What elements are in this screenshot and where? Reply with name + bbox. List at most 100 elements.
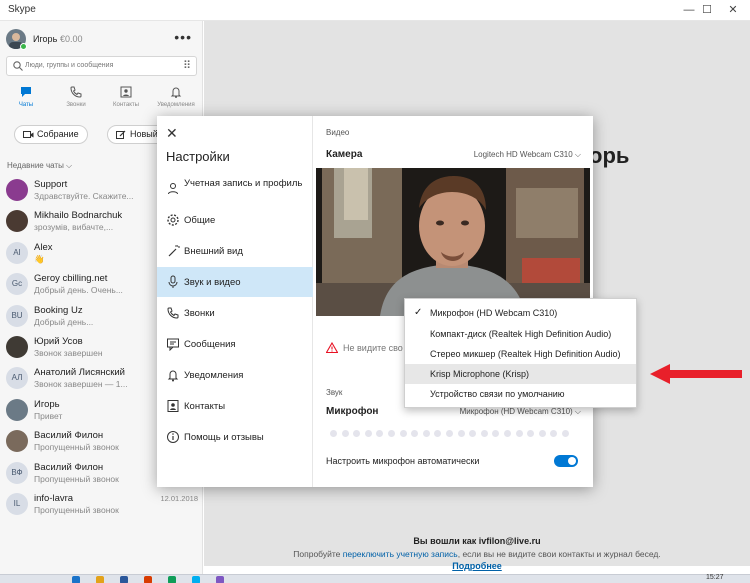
switch-account-link[interactable]: переключить учетную запись — [343, 549, 458, 559]
more-info-link[interactable]: Подробнее — [204, 561, 750, 571]
chat-name: Booking Uz — [34, 304, 83, 316]
chat-name: Василий Филон — [34, 430, 104, 442]
avatar[interactable]: AI — [6, 241, 28, 264]
user-icon — [168, 183, 178, 195]
taskbar-app-icon[interactable] — [216, 576, 224, 583]
nav-tabs: Чаты Звонки Контакты Уведомления — [0, 81, 202, 117]
camera-preview — [316, 168, 590, 316]
check-icon: ✓ — [414, 307, 423, 318]
chat-preview: Добрый день. Очень... — [34, 285, 123, 296]
chat-name: Mikhailo Bodnarchuk — [34, 210, 123, 222]
mic-option-default[interactable]: Устройство связи по умолчанию — [405, 384, 636, 404]
tab-contacts[interactable]: Контакты — [101, 85, 151, 115]
avatar[interactable]: АЛ — [6, 367, 28, 390]
avatar[interactable] — [6, 179, 28, 201]
taskbar-app-icon[interactable] — [168, 576, 176, 583]
close-settings-button[interactable]: ✕ — [166, 125, 178, 142]
bell-icon — [167, 370, 179, 382]
more-options-icon[interactable]: ••• — [174, 29, 192, 45]
camera-select[interactable]: Logitech HD Webcam C310 ⌵ — [474, 150, 581, 160]
mic-option-stereo-mix[interactable]: Стерео микшер (Realtek High Definition A… — [405, 344, 636, 364]
settings-item-contacts[interactable]: Контакты — [157, 391, 313, 421]
info-icon — [167, 431, 179, 443]
video-camera-icon — [23, 131, 34, 138]
settings-item-calls[interactable]: Звонки — [157, 298, 313, 328]
taskbar-app-icon[interactable] — [96, 576, 104, 583]
chat-name: Василий Филон — [34, 461, 104, 473]
settings-item-audio-video[interactable]: Звук и видео — [157, 267, 313, 297]
settings-menu: ✕ Настройки Учетная запись и профиль Общ… — [157, 116, 313, 487]
phone-icon — [70, 86, 82, 98]
settings-item-appearance[interactable]: Внешний вид — [157, 236, 313, 266]
taskbar-clock[interactable]: 15:27 — [706, 574, 724, 581]
chat-name: info-lavra — [34, 493, 74, 504]
taskbar: 15:27 — [0, 574, 750, 583]
avatar[interactable] — [6, 336, 28, 358]
mic-option-krisp[interactable]: Krisp Microphone (Krisp) — [405, 364, 636, 384]
chat-name: Юрий Усов — [34, 336, 83, 347]
settings-item-account[interactable]: Учетная запись и профиль — [157, 174, 313, 208]
avatar[interactable]: ВФ — [6, 461, 28, 484]
taskbar-app-icon[interactable] — [72, 576, 80, 583]
red-arrow-annotation — [650, 364, 742, 384]
contacts-icon — [167, 400, 179, 412]
chat-preview: Здравствуйте. Скажите... — [34, 191, 134, 201]
chat-icon — [21, 87, 31, 97]
microphone-select[interactable]: Микрофон (HD Webcam C310) ⌵ — [460, 407, 581, 417]
settings-item-notifications[interactable]: Уведомления — [157, 360, 313, 390]
chat-name: Alex — [34, 241, 53, 253]
avatar[interactable] — [6, 430, 28, 453]
meeting-button[interactable]: Собрание — [14, 125, 88, 144]
chat-preview: зрозумів, вибачте,... — [34, 222, 114, 233]
chat-name: Анатолий Лисянский — [34, 367, 125, 379]
avatar[interactable]: Gc — [6, 273, 28, 296]
avatar[interactable] — [6, 398, 28, 421]
video-section-label: Видео — [326, 128, 350, 137]
profile-balance: €0.00 — [60, 34, 83, 44]
mic-option-cd[interactable]: Компакт-диск (Realtek High Definition Au… — [405, 324, 636, 344]
camera-label: Камера — [326, 149, 363, 160]
switch-account-hint: Попробуйте переключить учетную запись, е… — [293, 549, 661, 559]
taskbar-app-icon[interactable] — [120, 576, 128, 583]
avatar[interactable] — [6, 210, 28, 233]
taskbar-app-icon[interactable] — [192, 576, 200, 583]
chat-preview: Звонок завершен — [34, 348, 103, 358]
tab-calls[interactable]: Звонки — [51, 85, 101, 115]
login-info: Вы вошли как ivfilon@live.ru — [413, 536, 541, 546]
settings-item-help[interactable]: Помощь и отзывы — [157, 422, 313, 452]
message-icon — [167, 338, 179, 351]
tab-chats[interactable]: Чаты — [1, 85, 51, 115]
microphone-label: Микрофон — [326, 406, 379, 417]
sound-section-label: Звук — [326, 388, 343, 397]
tab-notifications[interactable]: Уведомления — [151, 85, 201, 115]
microphone-dropdown: ✓ Микрофон (HD Webcam C310) Компакт-диск… — [404, 298, 637, 408]
search-box[interactable]: Люди, группы и сообщения ⠿ — [6, 56, 197, 76]
avatar[interactable]: IL — [6, 493, 28, 515]
chat-date: 12.01.2018 — [160, 494, 198, 503]
settings-item-messages[interactable]: Сообщения — [157, 329, 313, 359]
compose-icon — [116, 130, 126, 139]
chat-name: Игорь — [34, 398, 60, 410]
avatar[interactable]: BU — [6, 304, 28, 327]
contacts-icon — [120, 86, 132, 98]
close-window-button[interactable]: ✕ — [722, 2, 744, 18]
welcome-title: орь — [589, 143, 630, 168]
mic-option-webcam[interactable]: ✓ Микрофон (HD Webcam C310) — [405, 303, 636, 323]
taskbar-app-icon[interactable] — [144, 576, 152, 583]
chat-name: Support — [34, 179, 68, 190]
search-input[interactable]: Люди, группы и сообщения — [25, 62, 113, 69]
profile-header[interactable]: Игорь €0.00 ••• — [6, 29, 196, 51]
auto-mic-toggle[interactable] — [554, 455, 578, 467]
magic-wand-icon — [168, 245, 180, 257]
settings-item-general[interactable]: Общие — [157, 205, 313, 235]
auto-mic-label: Настроить микрофон автоматически — [326, 456, 480, 466]
search-icon — [13, 61, 23, 71]
window-titlebar: Skype — ☐ ✕ — [0, 0, 750, 21]
window-title: Skype — [8, 4, 36, 15]
settings-title: Настройки — [166, 149, 230, 164]
chat-name: Geroy cbilling.net — [34, 273, 108, 285]
maximize-button[interactable]: ☐ — [696, 2, 718, 18]
chat-list-item[interactable]: IL info-lavra Пропущенный звонок 12.01.2018 — [0, 490, 202, 519]
dialpad-icon[interactable]: ⠿ — [183, 59, 191, 72]
recent-chats-label[interactable]: Недавние чаты ⌵ — [7, 161, 72, 171]
